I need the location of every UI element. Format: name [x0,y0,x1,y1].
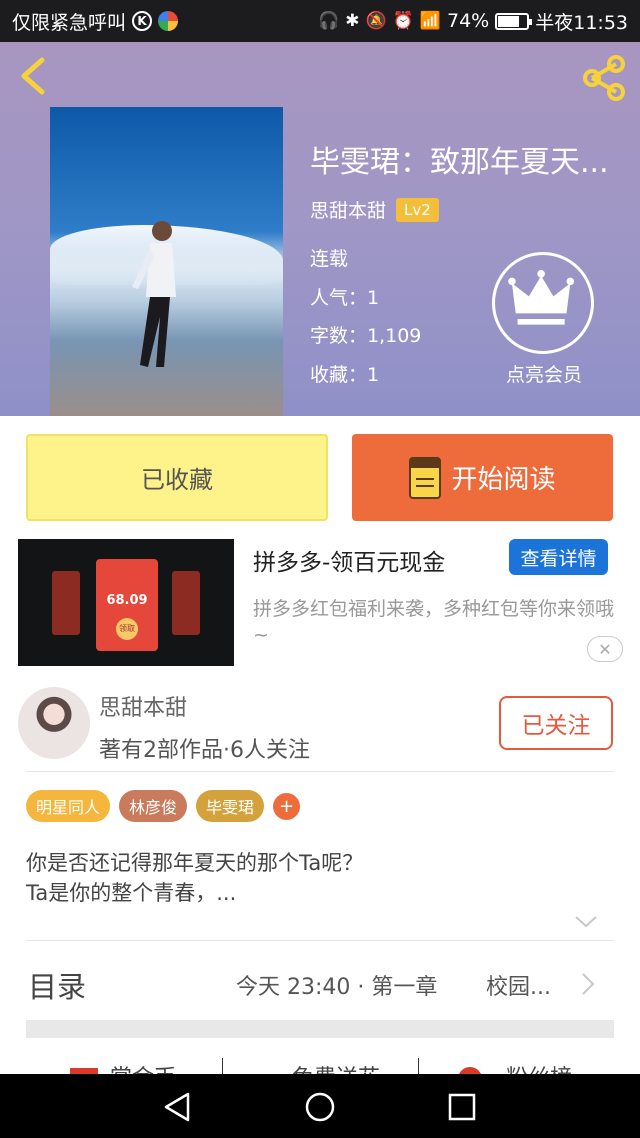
chevron-down-icon[interactable] [574,914,598,930]
popularity-text: 人气：1 [310,287,380,309]
tag-item[interactable]: 明星同人 [26,790,111,822]
divider [26,771,614,772]
follow-label: 已关注 [521,713,591,739]
collected-label: 已收藏 [141,466,213,494]
reward-coin-button[interactable]: 赏金币 [70,1060,176,1074]
clock: 半夜11:53 [535,11,628,34]
alarm-icon: ⏰ [392,10,414,31]
ad-detail-label: 查看详情 [520,547,597,570]
back-triangle-icon[interactable] [160,1090,194,1124]
author-name[interactable]: 思甜本甜 [310,196,386,223]
system-nav-bar [0,1074,640,1138]
fan-ranking-button[interactable]: 粉丝榜 [458,1060,572,1074]
start-reading-label: 开始阅读 [451,465,556,495]
back-arrow-icon[interactable] [14,56,54,96]
fan-ranking-label: 粉丝榜 [506,1066,572,1074]
ranking-icon [458,1067,482,1074]
toc-chapter-title[interactable]: 校园... [486,969,551,1001]
divider [418,1058,419,1074]
send-flower-label: 免费送花 [292,1066,380,1074]
author-line: 思甜本甜 Lv2 [310,196,439,223]
start-reading-button[interactable]: 开始阅读 [352,434,613,521]
description-line: 你是否还记得那年夏天的那个Ta呢？ [26,851,364,875]
battery-icon [495,12,533,30]
favorites-text: 收藏：1 [310,364,380,386]
collected-button[interactable]: 已收藏 [26,434,328,521]
word-count-text: 字数：1,109 [310,325,422,347]
send-flower-button[interactable]: 免费送花 [258,1060,380,1074]
headset-icon: 🎧 [318,10,340,31]
ad-close-icon[interactable]: ✕ [587,636,623,662]
divider [26,940,614,941]
book-cover-image[interactable] [50,107,283,416]
bluetooth-icon: ✱ [345,10,360,31]
k-badge-icon: K [132,11,153,31]
app-color-icon [158,11,179,31]
book-header: 毕雯珺：致那年夏天... 思甜本甜 Lv2 连载 人气：1 字数：1,109 收… [0,42,640,416]
book-icon [409,456,442,499]
carrier-text: 仅限紧急呼叫 [12,11,127,34]
level-badge: Lv2 [396,197,439,222]
mute-icon: 🔕 [365,10,387,31]
battery-percent: 74% [447,10,490,32]
tag-item[interactable]: 毕雯珺 [196,790,265,822]
reward-coin-label: 赏金币 [110,1066,176,1074]
tag-list: 明星同人 林彦俊 毕雯珺 + [26,790,301,822]
description-line: Ta是你的整个青春，... [26,881,237,905]
share-icon[interactable] [580,54,628,102]
add-tag-button[interactable]: + [273,792,301,820]
follow-button[interactable]: 已关注 [499,696,613,750]
chevron-right-icon[interactable] [580,972,596,996]
ad-amount: 68.09 [106,593,148,608]
toc-latest-update[interactable]: 今天 23:40 · 第一章 [236,969,437,1001]
tag-item[interactable]: 林彦俊 [119,790,188,822]
ad-red-envelope: 68.09 领取 [96,559,158,651]
vip-circle [492,252,594,354]
vip-label: 点亮会员 [505,364,582,386]
crown-icon [508,270,575,325]
recents-square-icon[interactable] [445,1090,479,1124]
ad-side-card-left [52,571,80,635]
battery-fill [498,15,519,27]
book-description[interactable]: 你是否还记得那年夏天的那个Ta呢？ Ta是你的整个青春，... [26,848,363,908]
ad-side-card-right [172,571,200,635]
author-section-name[interactable]: 思甜本甜 [99,690,187,722]
ad-description: 拼多多红包福利来袭，多种红包等你来领哦~ [253,598,615,646]
ad-detail-button[interactable]: 查看详情 [509,539,608,575]
bottom-action-row: 赏金币 免费送花 粉丝榜 [0,1052,640,1074]
home-circle-icon[interactable] [303,1090,337,1124]
vip-button[interactable]: 点亮会员 [492,252,596,387]
ad-claim-badge: 领取 [116,618,138,640]
book-title: 毕雯珺：致那年夏天... [310,145,609,180]
toc-label[interactable]: 目录 [28,964,86,1006]
section-spacer [26,1020,614,1038]
wifi-icon: 📶 [419,10,441,31]
ad-image[interactable]: 68.09 领取 [18,539,234,666]
cover-figure [132,221,176,367]
status-bar: 仅限紧急呼叫 K 🎧 ✱ 🔕 ⏰ 📶 74% 半夜11:53 [0,0,640,42]
divider [222,1058,223,1074]
author-avatar[interactable] [18,687,90,759]
ad-title[interactable]: 拼多多-领百元现金 [253,543,445,577]
status-text: 连载 [310,248,349,270]
author-meta: 著有2部作品·6人关注 [99,738,310,763]
